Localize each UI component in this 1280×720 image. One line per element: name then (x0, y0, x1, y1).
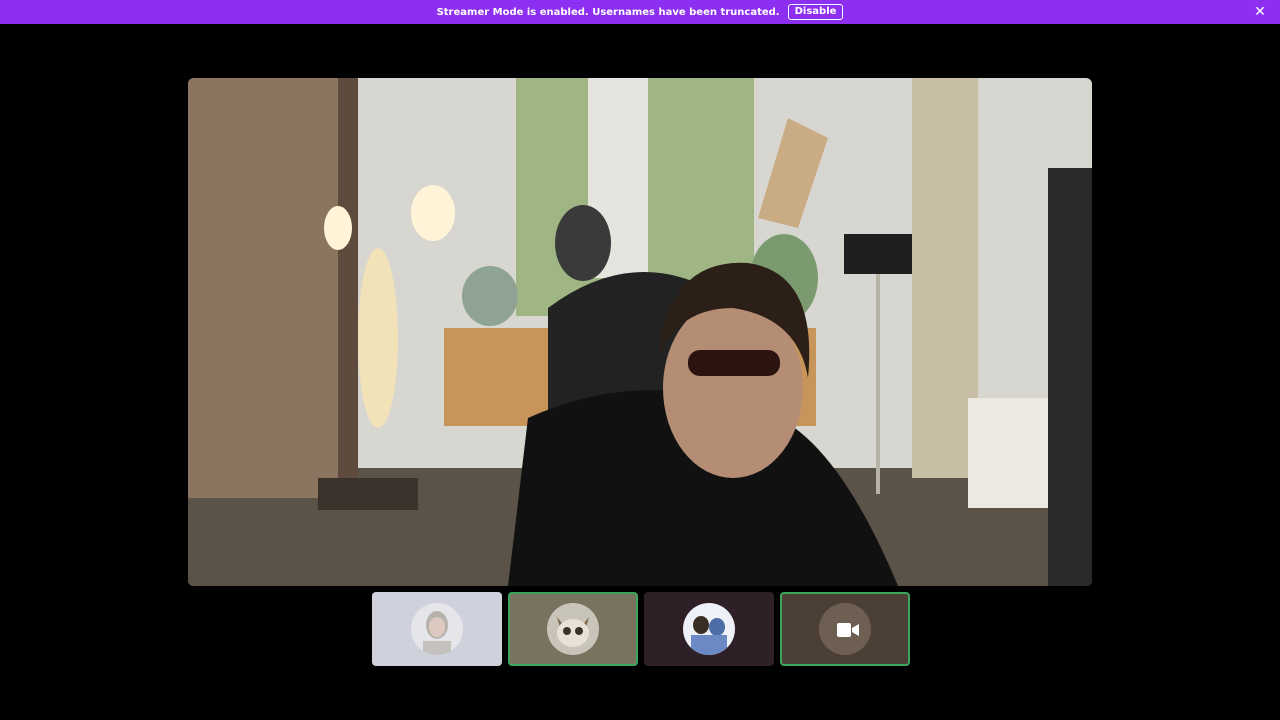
participant-tile-3[interactable] (644, 592, 774, 666)
camera-icon (837, 622, 859, 638)
main-video-feed[interactable] (188, 78, 1092, 586)
participant-tiles (372, 592, 910, 666)
avatar-couple-icon (683, 603, 735, 655)
participant-tile-2[interactable] (508, 592, 638, 666)
participant-tile-1[interactable] (372, 592, 502, 666)
participant-tile-4[interactable] (780, 592, 910, 666)
streamer-mode-message: Streamer Mode is enabled. Usernames have… (436, 6, 780, 18)
streamer-mode-banner: Streamer Mode is enabled. Usernames have… (0, 0, 1280, 24)
disable-streamer-mode-button[interactable]: Disable (787, 4, 844, 20)
video-frame-illustration (188, 78, 1092, 586)
avatar-cat-icon (547, 603, 599, 655)
avatar-woman-icon (411, 603, 463, 655)
close-icon[interactable]: ✕ (1252, 4, 1268, 20)
